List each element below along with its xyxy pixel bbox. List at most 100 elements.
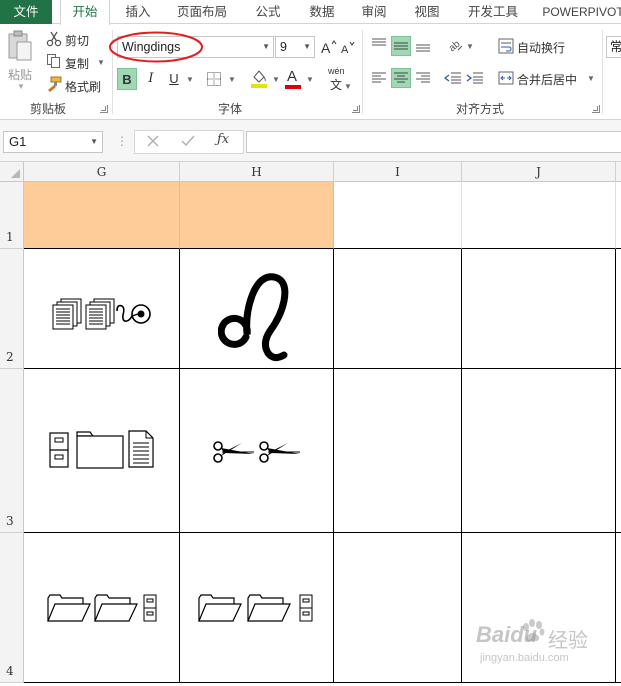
- name-box-dropdown-icon[interactable]: ▼: [90, 132, 98, 152]
- cell-h3[interactable]: [180, 369, 334, 533]
- row-header-label: 4: [6, 664, 14, 678]
- borders-dropdown-icon[interactable]: ▼: [228, 75, 236, 84]
- scissors-icon: [212, 439, 256, 468]
- file-cabinet-icon: [299, 594, 313, 625]
- page-icon: [128, 430, 154, 471]
- wrap-text-button[interactable]: 自动换行: [517, 39, 565, 56]
- tab-formulas[interactable]: 公式: [244, 0, 292, 24]
- underline-button[interactable]: U: [164, 68, 184, 90]
- clipboard-launcher-icon[interactable]: [100, 105, 108, 113]
- tab-insert[interactable]: 插入: [114, 0, 162, 24]
- cell-j3[interactable]: [462, 369, 616, 533]
- insert-function-icon[interactable]: ƒx: [217, 132, 229, 147]
- cell-j1[interactable]: [462, 182, 616, 249]
- paste-icon[interactable]: [6, 30, 34, 64]
- grow-font-icon[interactable]: A: [320, 38, 338, 59]
- wrap-text-icon[interactable]: [498, 38, 514, 57]
- copy-dropdown-icon[interactable]: ▼: [97, 58, 105, 67]
- formula-input[interactable]: [246, 131, 621, 153]
- font-launcher-icon[interactable]: [352, 105, 360, 113]
- cell-i1[interactable]: [334, 182, 462, 249]
- cell-g3[interactable]: [24, 369, 180, 533]
- cancel-icon[interactable]: [146, 134, 160, 151]
- align-left-icon[interactable]: [370, 69, 388, 90]
- cell-h2[interactable]: [180, 249, 334, 369]
- cell-g1[interactable]: [24, 182, 180, 249]
- borders-icon[interactable]: [206, 71, 222, 90]
- cell-g4[interactable]: [24, 533, 180, 683]
- column-header-h[interactable]: H: [180, 162, 334, 182]
- tab-review[interactable]: 审阅: [350, 0, 398, 24]
- copy-button[interactable]: 复制: [65, 55, 89, 72]
- font-color-icon[interactable]: A: [284, 68, 302, 90]
- phonetic-guide-top: wén: [328, 66, 345, 76]
- cell-i3[interactable]: [334, 369, 462, 533]
- font-size-dropdown-icon[interactable]: ▼: [303, 37, 311, 57]
- cut-button[interactable]: 剪切: [65, 32, 89, 49]
- cell-k4[interactable]: [616, 533, 621, 683]
- fill-color-dropdown-icon[interactable]: ▼: [272, 75, 280, 84]
- select-all-corner[interactable]: [0, 162, 24, 182]
- alignment-launcher-icon[interactable]: [592, 105, 600, 113]
- underline-dropdown-icon[interactable]: ▼: [186, 75, 194, 84]
- format-painter-button[interactable]: 格式刷: [65, 78, 101, 95]
- cell-h4[interactable]: [180, 533, 334, 683]
- font-name-dropdown-icon[interactable]: ▼: [262, 37, 270, 57]
- fill-color-icon[interactable]: [250, 68, 268, 91]
- orientation-icon[interactable]: ab: [446, 36, 464, 57]
- tab-view[interactable]: 视图: [403, 0, 451, 24]
- bold-button[interactable]: B: [117, 68, 137, 90]
- row-header-1[interactable]: 1: [0, 182, 24, 249]
- tab-powerpivot[interactable]: POWERPIVOT: [538, 0, 621, 24]
- name-box-value: G1: [9, 134, 27, 149]
- enter-icon[interactable]: [181, 134, 195, 151]
- row-header-3[interactable]: 3: [0, 369, 24, 533]
- font-color-dropdown-icon[interactable]: ▼: [306, 75, 314, 84]
- column-header-k[interactable]: [616, 162, 621, 182]
- number-format-value: 常: [610, 40, 621, 54]
- cell-i2[interactable]: [334, 249, 462, 369]
- tab-page-layout[interactable]: 页面布局: [166, 0, 238, 24]
- file-cabinet-icon: [143, 594, 157, 625]
- cell-k2[interactable]: [616, 249, 621, 369]
- column-header-g[interactable]: G: [24, 162, 180, 182]
- align-top-icon[interactable]: [370, 36, 388, 57]
- align-bottom-icon[interactable]: [414, 36, 432, 57]
- merge-center-button[interactable]: 合并后居中: [517, 71, 577, 88]
- tab-home[interactable]: 开始: [60, 0, 110, 25]
- row-header-2[interactable]: 2: [0, 249, 24, 369]
- tab-file[interactable]: 文件: [0, 0, 52, 24]
- more-options-icon[interactable]: ⋮: [116, 134, 128, 148]
- italic-button[interactable]: I: [141, 68, 161, 90]
- name-box[interactable]: G1 ▼: [3, 131, 103, 153]
- align-center-icon[interactable]: [391, 68, 411, 88]
- cell-i4[interactable]: [334, 533, 462, 683]
- increase-indent-icon[interactable]: [466, 69, 484, 90]
- paste-button[interactable]: 粘贴: [8, 66, 32, 83]
- align-middle-icon[interactable]: [391, 36, 411, 56]
- format-painter-icon[interactable]: [46, 76, 62, 95]
- copy-icon[interactable]: [46, 53, 62, 72]
- column-header-i[interactable]: I: [334, 162, 462, 182]
- tab-data[interactable]: 数据: [298, 0, 346, 24]
- column-header-j[interactable]: J: [462, 162, 616, 182]
- cell-h1[interactable]: [180, 182, 334, 249]
- cell-j2[interactable]: [462, 249, 616, 369]
- tab-developer[interactable]: 开发工具: [458, 0, 528, 24]
- cell-k3[interactable]: [616, 369, 621, 533]
- scissors-cut-icon[interactable]: [46, 31, 62, 50]
- merge-center-icon[interactable]: [498, 70, 514, 89]
- row-header-4[interactable]: 4: [0, 533, 24, 683]
- alignment-group-label: 对齐方式: [455, 102, 504, 116]
- cell-g2[interactable]: [24, 249, 180, 369]
- cell-k1[interactable]: [616, 182, 621, 249]
- shrink-font-icon[interactable]: A: [340, 40, 356, 59]
- align-right-icon[interactable]: [414, 69, 432, 90]
- font-size-input[interactable]: 9 ▼: [275, 36, 315, 58]
- number-format-select[interactable]: 常: [606, 36, 621, 58]
- orientation-dropdown-icon[interactable]: ▼: [466, 42, 474, 51]
- phonetic-dropdown-icon[interactable]: ▼: [344, 82, 352, 91]
- decrease-indent-icon[interactable]: [443, 69, 462, 90]
- paste-dropdown-icon[interactable]: ▼: [17, 82, 25, 91]
- merge-dropdown-icon[interactable]: ▼: [587, 74, 595, 83]
